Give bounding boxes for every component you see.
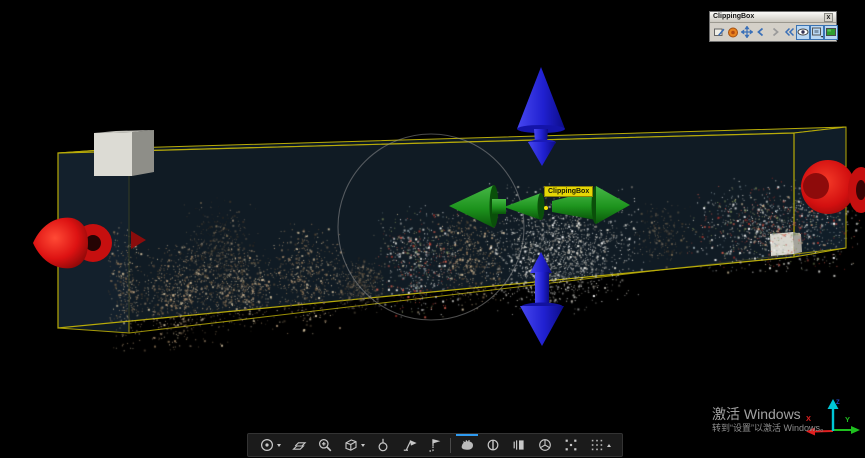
nav-toolbar — [247, 433, 623, 457]
clip-handle-left[interactable] — [33, 218, 146, 269]
green-left-neck — [492, 199, 506, 214]
intensity-button[interactable] — [509, 434, 529, 456]
active-indicator — [456, 434, 478, 436]
clip-handle-right[interactable] — [801, 160, 865, 214]
orbit-button[interactable] — [341, 434, 367, 456]
clip-handle-top[interactable] — [517, 67, 565, 166]
viewport-3d[interactable]: X Y Z ClippingBox ClippingBox x — [0, 0, 865, 458]
chevron-down-icon — [277, 444, 281, 447]
zoom-icon — [317, 437, 333, 453]
z-axis-label: Z — [836, 400, 840, 406]
fly-button[interactable] — [399, 434, 419, 456]
walk-icon — [427, 437, 443, 453]
watermark-line2: 转到“设置”以激活 Windows。 — [712, 423, 829, 434]
color-sphere-icon — [537, 437, 553, 453]
grid-icon — [589, 437, 605, 453]
chevron-up-icon — [607, 444, 611, 447]
bottom-arrow-shaft — [535, 272, 549, 307]
toolbar-separator — [450, 438, 451, 453]
sphere-handles-button[interactable] — [726, 25, 740, 40]
apply-clip-icon — [825, 26, 837, 38]
pan-icon — [291, 437, 307, 453]
pan-button[interactable] — [289, 434, 309, 456]
gizmo-center-dot[interactable] — [544, 206, 548, 210]
point-size-icon — [563, 437, 579, 453]
toggle-visibility-button[interactable] — [796, 25, 810, 40]
move-clip-icon — [741, 26, 753, 38]
green-left-flare — [504, 193, 541, 220]
navigation-wheel-button[interactable] — [257, 434, 283, 456]
top-arrow-head — [517, 67, 565, 129]
close-icon[interactable]: x — [824, 13, 833, 22]
edit-clip-icon — [713, 26, 725, 38]
pivot-button[interactable] — [373, 434, 393, 456]
top-arrow-small-cone — [528, 142, 556, 166]
green-left-head — [449, 185, 494, 228]
y-axis-arrow — [851, 426, 860, 434]
clip-handle-bottom[interactable] — [520, 252, 564, 346]
windows-watermark: 激活 Windows 转到“设置”以激活 Windows。 — [712, 406, 829, 434]
point-size-button[interactable] — [561, 434, 581, 456]
palette-title-bar[interactable]: ClippingBox x — [710, 12, 836, 23]
contrast-icon — [485, 437, 501, 453]
clippingbox-palette[interactable]: ClippingBox x — [709, 11, 837, 42]
gizmo-layer: X Y Z — [0, 0, 865, 458]
green-left-flare-base — [538, 193, 545, 220]
zoom-button[interactable] — [315, 434, 335, 456]
eye-icon — [797, 26, 809, 38]
reset-clip-icon — [783, 26, 795, 38]
green-right-head — [596, 186, 630, 224]
orbit-cube-icon — [343, 437, 359, 453]
label-leader-line — [546, 198, 547, 206]
fly-icon — [401, 437, 417, 453]
walk-button[interactable] — [425, 434, 445, 456]
prev-clip-button[interactable] — [754, 25, 768, 40]
y-axis-label: Y — [845, 415, 850, 424]
reset-clip-button[interactable] — [782, 25, 796, 40]
watermark-line1: 激活 Windows — [712, 406, 829, 423]
clipping-box-tag: ClippingBox — [544, 186, 593, 197]
pivot-icon — [375, 437, 391, 453]
chevron-down-icon — [361, 444, 365, 447]
move-clip-button[interactable] — [740, 25, 754, 40]
clip-handle-green-left[interactable] — [449, 185, 545, 228]
left-handle-inner-cone — [131, 231, 146, 249]
sphere-handles-icon — [727, 26, 739, 38]
next-clip-icon — [769, 26, 781, 38]
mouse-3d-icon — [459, 437, 475, 453]
edit-clip-button[interactable] — [712, 25, 726, 40]
palette-title: ClippingBox — [713, 12, 754, 22]
orbit-circle — [338, 134, 524, 320]
intensity-icon — [511, 437, 527, 453]
color-mode-button[interactable] — [535, 434, 555, 456]
clip-inside-outside-button[interactable] — [810, 25, 824, 40]
bottom-arrow-small-cone — [530, 252, 552, 273]
next-clip-button[interactable] — [768, 25, 782, 40]
grid-button[interactable] — [587, 434, 613, 456]
contrast-button[interactable] — [483, 434, 503, 456]
bottom-arrow-head — [520, 306, 564, 346]
apply-clip-button[interactable] — [824, 25, 838, 40]
prev-clip-icon — [755, 26, 767, 38]
mouse-3d-button[interactable] — [457, 434, 477, 456]
left-handle-cone — [33, 218, 88, 269]
palette-toolbar — [710, 23, 836, 41]
right-handle-cone-base — [803, 173, 829, 199]
navigation-wheel-icon — [259, 437, 275, 453]
clip-mode-icon — [811, 26, 823, 38]
